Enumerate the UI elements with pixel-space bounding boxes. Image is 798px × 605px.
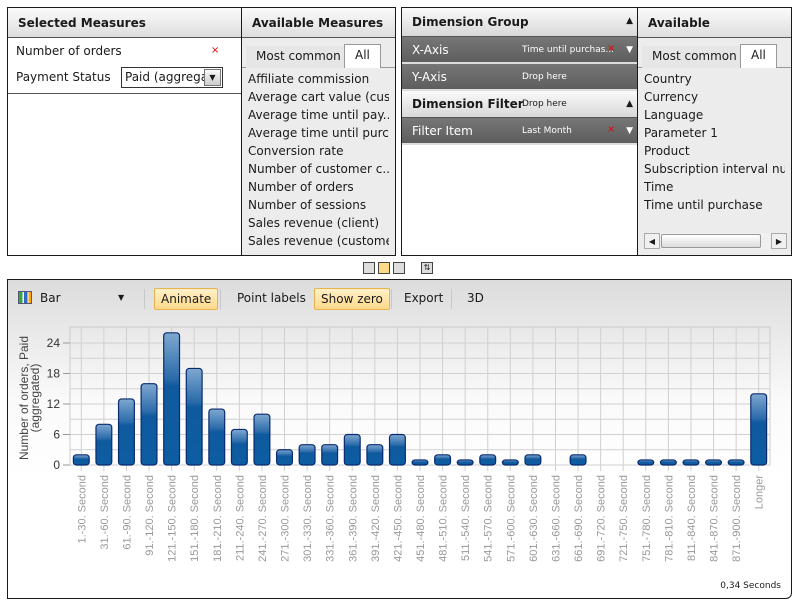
remove-measure-icon[interactable]: × (211, 45, 219, 56)
selected-measures-panel: Selected Measures Number of orders × Pay… (7, 7, 242, 256)
dimension-item[interactable]: Currency (644, 88, 785, 106)
dimension-item[interactable]: Time (644, 178, 785, 196)
dimension-item[interactable]: Parameter 1 (644, 124, 785, 142)
filter-drop-zone[interactable]: Drop here (522, 99, 567, 109)
selected-measure-item[interactable]: Number of orders (16, 44, 122, 58)
dropdown-arrow-icon[interactable]: ▼ (204, 69, 221, 86)
tab-most-common[interactable]: Most common (246, 46, 351, 68)
dimension-group-panel: Dimension Group ▲ X-Axis Time until purc… (401, 7, 639, 256)
filter-item-row[interactable]: Filter Item Last Month × ▼ (402, 118, 638, 145)
separator (144, 289, 145, 309)
expand-icon[interactable]: ▼ (626, 126, 633, 136)
dimension-item[interactable]: Product (644, 142, 785, 160)
measure-item[interactable]: Conversion rate (248, 142, 389, 160)
measure-item[interactable]: Average cart value (cus... (248, 88, 389, 106)
export-button[interactable]: Export (398, 288, 449, 310)
measure-item[interactable]: Sales revenue (client) (248, 214, 389, 232)
scroll-right-icon[interactable]: ▶ (771, 233, 787, 249)
selected-measures-title: Selected Measures (8, 8, 241, 38)
filter-item-label: Filter Item (412, 124, 473, 138)
horizontal-scrollbar[interactable]: ◀ ▶ (644, 233, 787, 249)
available-dimensions-panel: Available Dimensions Most common All Cou… (637, 7, 792, 256)
measures-list: Affiliate commission Average cart value (… (242, 68, 395, 252)
chart-type-dropdown-icon[interactable]: ▼ (118, 293, 124, 302)
scroll-thumb[interactable] (661, 234, 761, 248)
separator (391, 289, 392, 309)
available-measures-tabs: Most common All (242, 44, 395, 68)
measure-item[interactable]: Sales revenue (customer) (248, 232, 389, 250)
chart-type-select[interactable]: Bar (34, 288, 67, 310)
swap-axes-icon[interactable]: ⇅ (421, 262, 433, 274)
layout-bottom-button[interactable] (393, 262, 405, 274)
3d-toggle[interactable]: 3D (461, 288, 490, 310)
y-axis-drop-zone[interactable]: Drop here (522, 72, 567, 82)
bar-chart-icon (18, 291, 32, 304)
available-dimensions-title: Available Dimensions (638, 8, 791, 60)
dimension-item[interactable]: Country (644, 70, 785, 88)
chart-panel: Bar ▼ Animate Point labels Show zero Exp… (7, 279, 792, 599)
dimension-group-title: Dimension Group (412, 15, 529, 29)
tab-all[interactable]: All (740, 44, 777, 68)
dimension-group-header[interactable]: Dimension Group ▲ (402, 8, 638, 37)
show-zero-toggle[interactable]: Show zero (314, 288, 390, 310)
y-axis-row[interactable]: Y-Axis Drop here (402, 64, 638, 91)
collapse-icon[interactable]: ▲ (626, 99, 633, 109)
dimension-item[interactable]: Subscription interval numbe (644, 160, 785, 178)
timing-label: 0,34 Seconds (720, 581, 781, 591)
tab-most-common[interactable]: Most common (642, 46, 747, 68)
available-measures-panel: Available Measures Most common All Affil… (241, 7, 396, 256)
available-measures-title: Available Measures (242, 8, 395, 38)
layout-middle-button[interactable] (378, 262, 390, 274)
dimension-filter-title: Dimension Filter (412, 97, 524, 111)
tab-all[interactable]: All (344, 44, 381, 68)
expand-icon[interactable]: ▼ (626, 45, 633, 55)
payment-status-select[interactable]: Paid (aggrega ▼ (121, 67, 223, 88)
point-labels-toggle[interactable]: Point labels (231, 288, 312, 310)
payment-status-label: Payment Status (16, 70, 111, 84)
measure-item[interactable]: Number of customer c... (248, 160, 389, 178)
measure-item[interactable]: Number of orders (248, 178, 389, 196)
collapse-icon[interactable]: ▲ (626, 16, 633, 26)
x-axis-row[interactable]: X-Axis Time until purchas... × ▼ (402, 37, 638, 64)
y-axis-label: Y-Axis (412, 70, 447, 84)
filter-item-value: Last Month (522, 126, 572, 136)
x-axis-label: X-Axis (412, 43, 449, 57)
scroll-left-icon[interactable]: ◀ (644, 233, 660, 249)
available-dimensions-tabs: Most common All (638, 44, 791, 68)
x-axis-value: Time until purchas... (522, 45, 615, 55)
remove-x-axis-icon[interactable]: × (607, 43, 615, 54)
dimension-filter-header[interactable]: Dimension Filter Drop here ▲ (402, 91, 638, 118)
separator (451, 289, 452, 309)
measure-item[interactable]: Average time until purc... (248, 124, 389, 142)
measure-item[interactable]: Number of sessions (248, 196, 389, 214)
measure-item[interactable]: Average time until pay... (248, 106, 389, 124)
measure-item[interactable]: Affiliate commission (248, 70, 389, 88)
dimensions-list: Country Currency Language Parameter 1 Produc… (638, 68, 791, 216)
animate-toggle[interactable]: Animate (154, 288, 219, 310)
separator (220, 289, 221, 309)
layout-top-button[interactable] (363, 262, 375, 274)
dimension-item[interactable]: Language (644, 106, 785, 124)
remove-filter-icon[interactable]: × (607, 124, 615, 135)
dimension-item[interactable]: Time until purchase (644, 196, 785, 214)
